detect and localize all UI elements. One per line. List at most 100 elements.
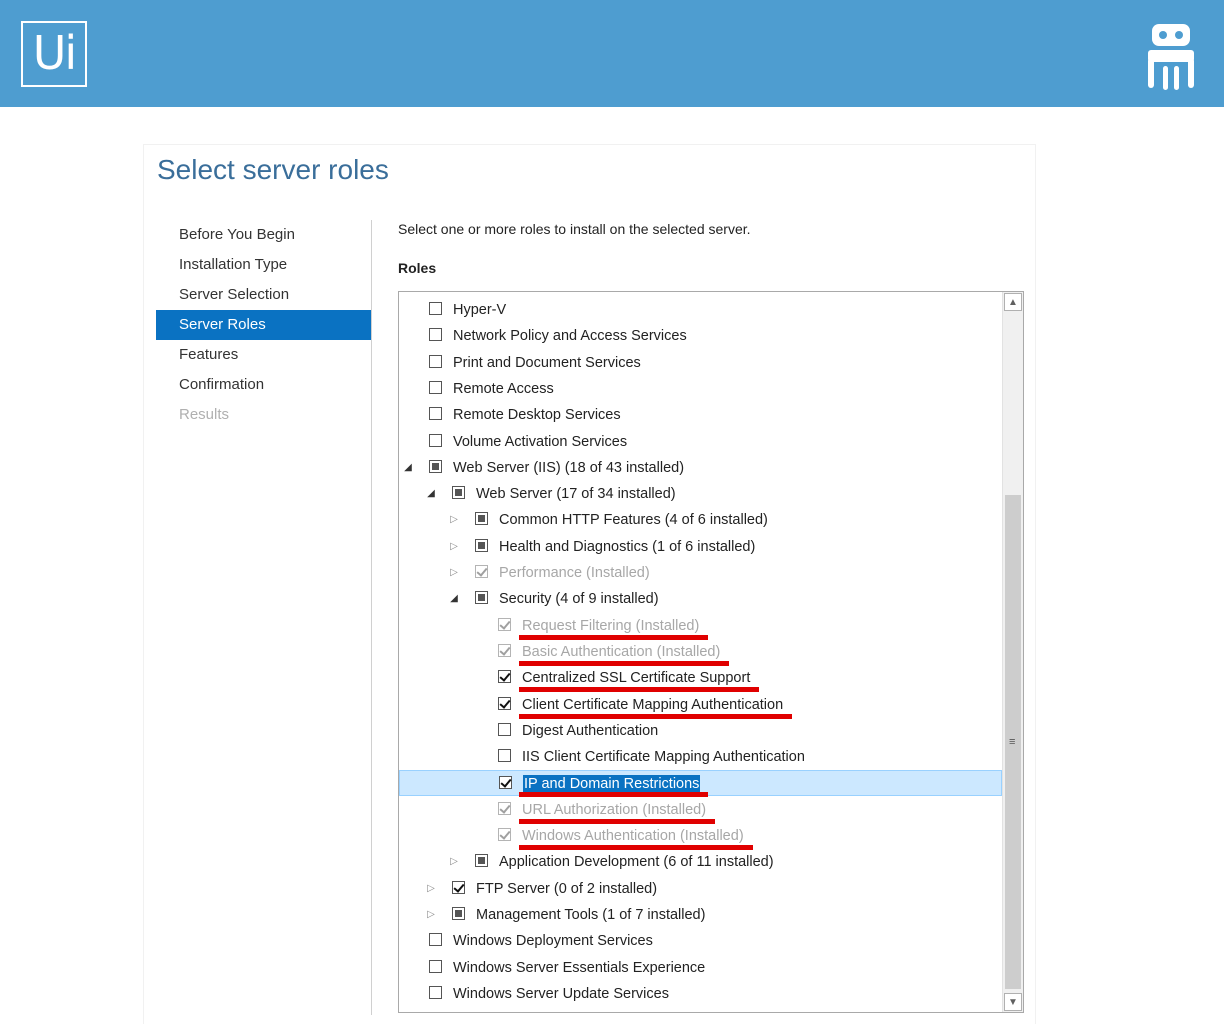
- red-underline-annotation: [519, 713, 792, 719]
- role-row[interactable]: Volume Activation Services: [399, 429, 1002, 455]
- page-title: Select server roles: [157, 154, 389, 185]
- role-checkbox[interactable]: [475, 591, 488, 605]
- role-row[interactable]: ◢ Security (4 of 9 installed): [399, 586, 1002, 612]
- collapse-arrow-icon[interactable]: ◢: [403, 462, 413, 474]
- red-underline-annotation: [519, 792, 708, 798]
- role-label: Basic Authentication (Installed): [522, 643, 721, 660]
- role-checkbox[interactable]: [429, 302, 442, 315]
- role-label: Remote Access: [453, 380, 554, 397]
- role-row[interactable]: Remote Desktop Services: [399, 402, 1002, 428]
- role-row[interactable]: Remote Access: [399, 376, 1002, 402]
- role-checkbox: [498, 617, 511, 631]
- role-row[interactable]: Network Policy and Access Services: [399, 323, 1002, 349]
- role-label: URL Authorization (Installed): [522, 801, 707, 818]
- role-label: Security (4 of 9 installed): [499, 591, 659, 608]
- role-checkbox[interactable]: [498, 696, 511, 710]
- role-checkbox[interactable]: [452, 486, 465, 500]
- role-label: IIS Client Certificate Mapping Authentic…: [522, 749, 805, 766]
- role-checkbox[interactable]: [498, 749, 511, 763]
- nav-item-confirmation[interactable]: Confirmation: [156, 370, 371, 400]
- red-underline-annotation: [519, 818, 715, 824]
- role-row[interactable]: ▷ Performance (Installed): [399, 560, 1002, 586]
- wizard-nav: Before You Begin Installation Type Server …: [156, 220, 371, 430]
- role-label: Client Certificate Mapping Authenticatio…: [522, 696, 784, 713]
- collapse-arrow-icon[interactable]: ◢: [449, 593, 459, 605]
- nav-item-before-you-begin[interactable]: Before You Begin: [156, 220, 371, 250]
- role-checkbox[interactable]: [429, 354, 442, 368]
- role-checkbox: [498, 828, 511, 841]
- role-row[interactable]: Print and Document Services: [399, 350, 1002, 376]
- expand-arrow-icon[interactable]: ▷: [449, 541, 459, 553]
- role-checkbox[interactable]: [475, 854, 488, 868]
- role-row[interactable]: IIS Client Certificate Mapping Authentic…: [399, 744, 1002, 770]
- role-row[interactable]: ▷ FTP Server (0 of 2 installed): [399, 876, 1002, 902]
- role-label: Windows Authentication (Installed): [522, 828, 744, 844]
- role-checkbox[interactable]: [498, 670, 511, 684]
- role-row[interactable]: Windows Server Essentials Experience: [399, 955, 1002, 981]
- roles-tree[interactable]: Hyper-V Network Policy and Access Service…: [398, 291, 1024, 1013]
- expand-arrow-icon[interactable]: ▷: [426, 883, 436, 895]
- robot-icon: [1148, 24, 1194, 90]
- role-row[interactable]: ▷ Common HTTP Features (4 of 6 installed): [399, 507, 1002, 533]
- instruction-text: Select one or more roles to install on t…: [398, 221, 751, 237]
- vertical-scrollbar[interactable]: ▲ ≡ ▼: [1002, 292, 1023, 1012]
- nav-item-server-roles[interactable]: Server Roles: [156, 310, 371, 340]
- role-label: Windows Server Update Services: [453, 985, 669, 1002]
- nav-divider: [371, 220, 372, 1015]
- role-row[interactable]: ◢ Web Server (IIS) (18 of 43 installed): [399, 455, 1002, 481]
- header-banner: Ui: [0, 0, 1224, 107]
- role-checkbox[interactable]: [475, 538, 488, 552]
- role-checkbox[interactable]: [429, 459, 442, 473]
- role-checkbox[interactable]: [499, 776, 512, 790]
- role-label: Network Policy and Access Services: [453, 328, 687, 345]
- expand-arrow-icon[interactable]: ▷: [426, 909, 436, 921]
- role-row[interactable]: Windows Deployment Services: [399, 928, 1002, 954]
- nav-item-features[interactable]: Features: [156, 340, 371, 370]
- red-underline-annotation: [519, 660, 729, 666]
- expand-arrow-icon[interactable]: ▷: [449, 856, 459, 868]
- role-row[interactable]: ▷ Management Tools (1 of 7 installed): [399, 902, 1002, 928]
- role-checkbox[interactable]: [429, 380, 442, 394]
- role-label: Health and Diagnostics (1 of 6 installed…: [499, 538, 756, 555]
- role-checkbox[interactable]: [429, 407, 442, 421]
- role-label: Digest Authentication: [522, 722, 659, 739]
- grip-icon: ≡: [1009, 736, 1016, 748]
- scroll-thumb[interactable]: ≡: [1005, 495, 1021, 989]
- role-checkbox[interactable]: [429, 959, 442, 973]
- role-row[interactable]: ◢ Web Server (17 of 34 installed): [399, 481, 1002, 507]
- red-underline-annotation: [519, 634, 708, 640]
- role-checkbox[interactable]: [452, 880, 465, 894]
- nav-item-server-selection[interactable]: Server Selection: [156, 280, 371, 310]
- role-checkbox[interactable]: [475, 512, 488, 526]
- role-label: Print and Document Services: [453, 354, 641, 371]
- red-underline-annotation: [519, 687, 759, 693]
- role-checkbox[interactable]: [429, 933, 442, 947]
- roles-label: Roles: [398, 260, 437, 276]
- role-checkbox: [498, 801, 511, 815]
- role-row[interactable]: Hyper-V: [399, 297, 1002, 323]
- role-label: Request Filtering (Installed): [522, 617, 700, 634]
- red-underline-annotation: [519, 845, 753, 850]
- role-checkbox[interactable]: [429, 433, 442, 447]
- role-checkbox: [498, 643, 511, 657]
- role-checkbox[interactable]: [429, 328, 442, 342]
- scroll-down-button[interactable]: ▼: [1004, 993, 1022, 1011]
- role-row[interactable]: Windows Server Update Services: [399, 981, 1002, 1007]
- role-row[interactable]: Digest Authentication: [399, 718, 1002, 744]
- role-label: Windows Server Essentials Experience: [453, 959, 706, 976]
- role-label: Web Server (IIS) (18 of 43 installed): [453, 459, 685, 476]
- role-label: Web Server (17 of 34 installed): [476, 486, 676, 503]
- role-row[interactable]: ▷ Application Development (6 of 11 instal…: [399, 849, 1002, 875]
- role-checkbox[interactable]: [429, 985, 442, 999]
- role-checkbox: [475, 565, 488, 578]
- scroll-up-button[interactable]: ▲: [1004, 293, 1022, 311]
- expand-arrow-icon[interactable]: ▷: [449, 567, 459, 579]
- role-label: FTP Server (0 of 2 installed): [476, 880, 658, 897]
- role-label: Management Tools (1 of 7 installed): [476, 906, 706, 923]
- role-checkbox[interactable]: [452, 906, 465, 920]
- nav-item-installation-type[interactable]: Installation Type: [156, 250, 371, 280]
- role-checkbox[interactable]: [498, 722, 511, 736]
- expand-arrow-icon[interactable]: ▷: [449, 514, 459, 526]
- collapse-arrow-icon[interactable]: ◢: [426, 488, 436, 500]
- role-row[interactable]: ▷ Health and Diagnostics (1 of 6 installe…: [399, 534, 1002, 560]
